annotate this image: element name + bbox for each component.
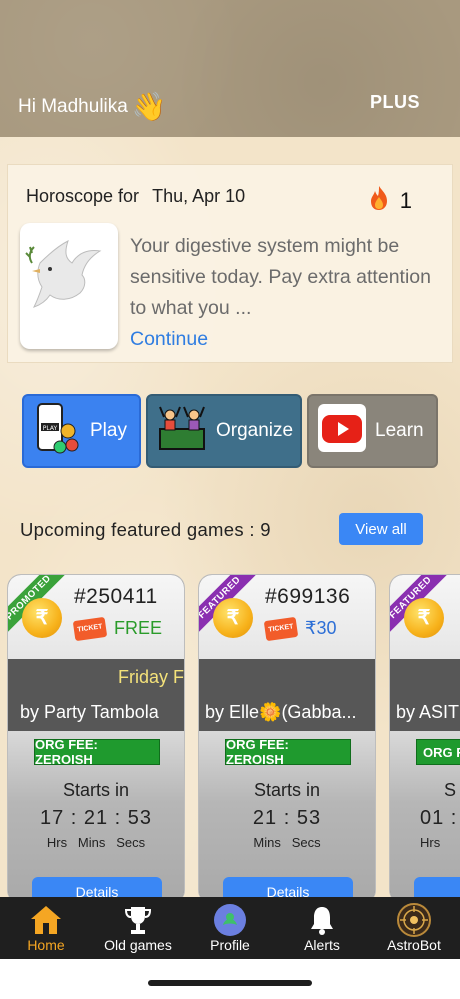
game-host: by Elle🌼(Gabba... (205, 702, 357, 722)
dove-icon (25, 240, 102, 308)
starts-label: Starts in (253, 780, 321, 800)
nav-home-label: Home (27, 937, 65, 953)
countdown-units: Mins Secs (253, 835, 321, 850)
view-all-button[interactable]: View all (339, 513, 423, 545)
astrobot-icon (397, 903, 431, 937)
countdown-units: Hrs (420, 835, 441, 850)
horoscope-title: Horoscope for Thu, Apr 10 (26, 186, 245, 207)
nav-home[interactable]: Home (0, 897, 92, 959)
game-host: by ASIT (396, 702, 460, 722)
home-icon (29, 903, 63, 937)
streak-count: 1 (399, 188, 412, 213)
game-card[interactable]: PROMOTED ₹ #250411 TICKET FREE Friday F … (7, 574, 185, 904)
game-host: by Party Tambola (20, 702, 159, 722)
streak-counter: 1 (368, 185, 412, 217)
organize-label: Organize (216, 420, 294, 441)
starts-label: Starts in (62, 780, 130, 800)
ticket-price: ₹30 (305, 618, 337, 638)
nav-profile[interactable]: Profile (184, 897, 276, 959)
org-fee-badge: ORG F (416, 739, 460, 765)
wave-hand-icon: 👋 (131, 91, 167, 122)
game-name: Friday F (118, 667, 185, 687)
greeting-text: Hi Madhulika (18, 96, 128, 117)
countdown-timer: 21 : 53 (252, 807, 322, 829)
countdown-units: Hrs Mins Secs (46, 835, 146, 850)
nav-astrobot[interactable]: AstroBot (368, 897, 460, 959)
horoscope-title-prefix: Horoscope for (26, 186, 140, 206)
nav-astrobot-label: AstroBot (387, 937, 441, 953)
continue-link[interactable]: Continue (130, 324, 446, 355)
system-gesture-area (0, 959, 460, 999)
rupee-coin-icon: ₹ (22, 598, 62, 638)
ticket-price: FREE (114, 618, 163, 638)
horoscope-card[interactable]: Horoscope for Thu, Apr 10 1 Your digesti… (7, 164, 453, 363)
home-gesture-handle[interactable] (148, 980, 312, 986)
rupee-coin-icon: ₹ (213, 598, 253, 638)
horoscope-body: Your digestive system might be sensitive… (130, 235, 431, 319)
game-card[interactable]: FEATURED ₹ #699136 TICKET ₹30 by Elle🌼(G… (198, 574, 376, 904)
organize-crowd-icon (156, 401, 208, 461)
youtube-icon (317, 403, 367, 459)
starts-label: S (444, 780, 457, 800)
plus-button[interactable]: PLUS (370, 92, 420, 113)
countdown-timer: 01 : (420, 807, 458, 829)
organize-button[interactable]: Organize (146, 394, 302, 468)
bottom-nav: Home Old games Profile Alerts AstroBot (0, 897, 460, 959)
nav-profile-label: Profile (210, 937, 250, 953)
countdown-timer: 17 : 21 : 53 (39, 807, 153, 829)
game-id: #699136 (265, 585, 351, 608)
greeting: Hi Madhulika 👋 (18, 93, 167, 121)
rupee-coin-icon: ₹ (404, 598, 444, 638)
play-label: Play (90, 420, 127, 441)
nav-alerts-label: Alerts (304, 937, 340, 953)
org-fee-badge: ORG FEE: ZEROISH (34, 737, 160, 767)
upcoming-title: Upcoming featured games : 9 (20, 519, 271, 540)
org-fee-badge: ORG FEE: ZEROISH (225, 737, 351, 767)
game-id: #250411 (74, 585, 158, 608)
game-card[interactable]: FEATURED ₹ by ASIT ORG F S 01 : Hrs (389, 574, 460, 904)
horoscope-text: Your digestive system might be sensitive… (130, 231, 446, 355)
bell-icon (308, 903, 336, 937)
svg-text:PLAY: PLAY (43, 425, 58, 432)
horoscope-date: Thu, Apr 10 (152, 186, 246, 206)
play-button[interactable]: PLAY Play (22, 394, 141, 468)
profile-avatar-icon (213, 903, 247, 937)
dove-image (20, 223, 118, 349)
learn-label: Learn (375, 420, 424, 441)
nav-old-games[interactable]: Old games (92, 897, 184, 959)
trophy-icon (122, 903, 154, 937)
play-phone-icon: PLAY (32, 401, 82, 461)
learn-button[interactable]: Learn (307, 394, 438, 468)
nav-alerts[interactable]: Alerts (276, 897, 368, 959)
fire-icon (368, 185, 390, 217)
nav-old-games-label: Old games (104, 937, 172, 953)
